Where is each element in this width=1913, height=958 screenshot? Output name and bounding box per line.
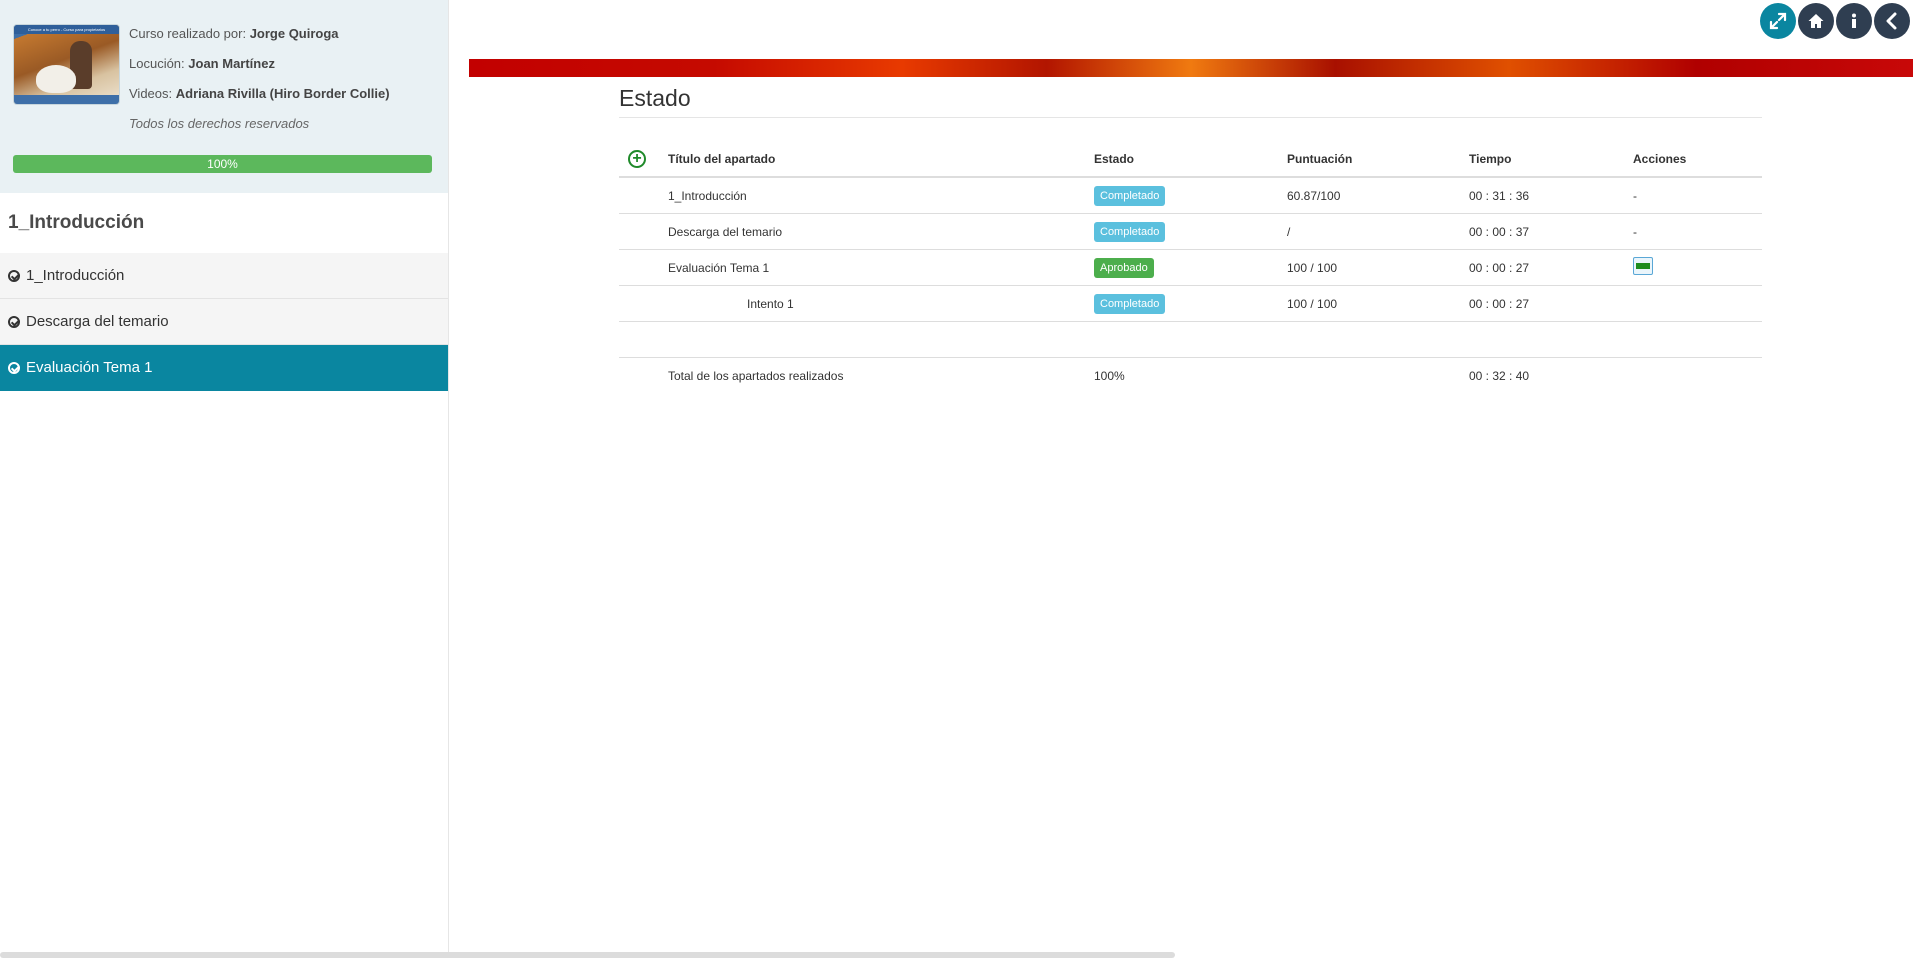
row-actions xyxy=(1632,249,1762,286)
total-label: Total de los apartados realizados xyxy=(668,368,844,383)
row-title: Evaluación Tema 1 xyxy=(667,249,1093,286)
info-button[interactable] xyxy=(1836,3,1872,39)
table-row: Descarga del temario Completado / 00 : 0… xyxy=(619,213,1762,250)
column-header-status: Estado xyxy=(1093,142,1286,178)
column-header-time: Tiempo xyxy=(1468,142,1632,178)
nav-item-label: 1_Introducción xyxy=(26,267,125,284)
row-title: Descarga del temario xyxy=(667,213,1093,250)
plus-icon[interactable]: + xyxy=(628,150,646,168)
progress-table: + Título del apartado Estado Puntuación … xyxy=(619,142,1762,393)
back-button[interactable] xyxy=(1874,3,1910,39)
credit-rights: Todos los derechos reservados xyxy=(129,116,310,131)
status-badge: Completado xyxy=(1094,293,1166,314)
row-time: 00 : 00 : 27 xyxy=(1468,249,1632,286)
table-header-row: + Título del apartado Estado Puntuación … xyxy=(619,142,1762,178)
row-score: 100 / 100 xyxy=(1286,285,1468,322)
nav-item-evaluacion-tema-1[interactable]: Evaluación Tema 1 xyxy=(0,345,448,391)
check-circle-icon xyxy=(8,361,20,374)
nav-item-label: Evaluación Tema 1 xyxy=(26,359,153,376)
page-title: Estado xyxy=(619,80,1762,118)
row-title: 1_Introducción xyxy=(667,177,1093,214)
course-thumbnail: Conoce a tu perro - Curso para propietar… xyxy=(13,24,120,105)
status-badge: Completado xyxy=(1094,185,1166,206)
check-circle-icon xyxy=(8,315,20,328)
row-title: Intento 1 xyxy=(667,285,1093,322)
home-icon xyxy=(1808,14,1824,28)
main-content: Estado + Título del apartado Estado Punt… xyxy=(619,80,1762,393)
module-title: 1_Introducción xyxy=(8,212,145,233)
progress-fill: 100% xyxy=(13,155,432,173)
nav-item-descarga-temario[interactable]: Descarga del temario xyxy=(0,299,448,345)
expand-icon xyxy=(1769,12,1787,30)
row-actions: - xyxy=(1632,213,1762,250)
row-score: 60.87/100 xyxy=(1286,177,1468,214)
thumbnail-logo-strip xyxy=(14,95,119,104)
table-row: Evaluación Tema 1 Aprobado 100 / 100 00 … xyxy=(619,249,1762,286)
row-score: / xyxy=(1286,213,1468,250)
column-header-score: Puntuación xyxy=(1286,142,1468,178)
info-icon xyxy=(1852,13,1856,28)
total-progress: 100% xyxy=(1094,368,1125,383)
row-time: 00 : 00 : 27 xyxy=(1468,285,1632,322)
course-banner xyxy=(469,59,1913,77)
thumbnail-caption: Conoce a tu perro - Curso para propietar… xyxy=(14,25,119,34)
credit-course-by: Curso realizado por: Jorge Quiroga xyxy=(129,26,339,41)
table-row: 1_Introducción Completado 60.87/100 00 :… xyxy=(619,177,1762,214)
course-info-panel: Conoce a tu perro - Curso para propietar… xyxy=(0,0,448,193)
fullscreen-button[interactable] xyxy=(1760,3,1796,39)
credit-voice: Locución: Joan Martínez xyxy=(129,56,275,71)
view-results-icon[interactable] xyxy=(1633,257,1653,275)
table-total-row: Total de los apartados realizados 100% 0… xyxy=(619,358,1762,394)
status-badge: Aprobado xyxy=(1094,257,1154,278)
table-spacer-row xyxy=(619,321,1762,358)
table-row-attempt: Intento 1 Completado 100 / 100 00 : 00 :… xyxy=(619,285,1762,322)
row-time: 00 : 31 : 36 xyxy=(1468,177,1632,214)
credit-videos: Videos: Adriana Rivilla (Hiro Border Col… xyxy=(129,86,390,101)
status-badge: Completado xyxy=(1094,221,1166,242)
course-progress-bar: 100% xyxy=(13,155,432,173)
course-credits: Curso realizado por: Jorge Quiroga Locuc… xyxy=(129,24,390,144)
chevron-left-icon xyxy=(1886,12,1897,30)
total-time: 00 : 32 : 40 xyxy=(1469,368,1530,383)
thumbnail-dog xyxy=(36,65,76,93)
expand-all-cell: + xyxy=(619,142,667,178)
horizontal-scrollbar[interactable] xyxy=(0,952,1175,958)
top-toolbar xyxy=(1760,3,1910,39)
nav-item-introduccion[interactable]: 1_Introducción xyxy=(0,253,448,299)
check-circle-icon xyxy=(8,269,20,282)
column-header-actions: Acciones xyxy=(1632,142,1762,178)
row-actions: - xyxy=(1632,177,1762,214)
lesson-nav: 1_Introducción Descarga del temario Eval… xyxy=(0,253,448,391)
home-button[interactable] xyxy=(1798,3,1834,39)
row-time: 00 : 00 : 37 xyxy=(1468,213,1632,250)
row-score: 100 / 100 xyxy=(1286,249,1468,286)
nav-item-label: Descarga del temario xyxy=(26,313,169,330)
column-header-title: Título del apartado xyxy=(667,142,1093,178)
sidebar: Conoce a tu perro - Curso para propietar… xyxy=(0,0,449,952)
